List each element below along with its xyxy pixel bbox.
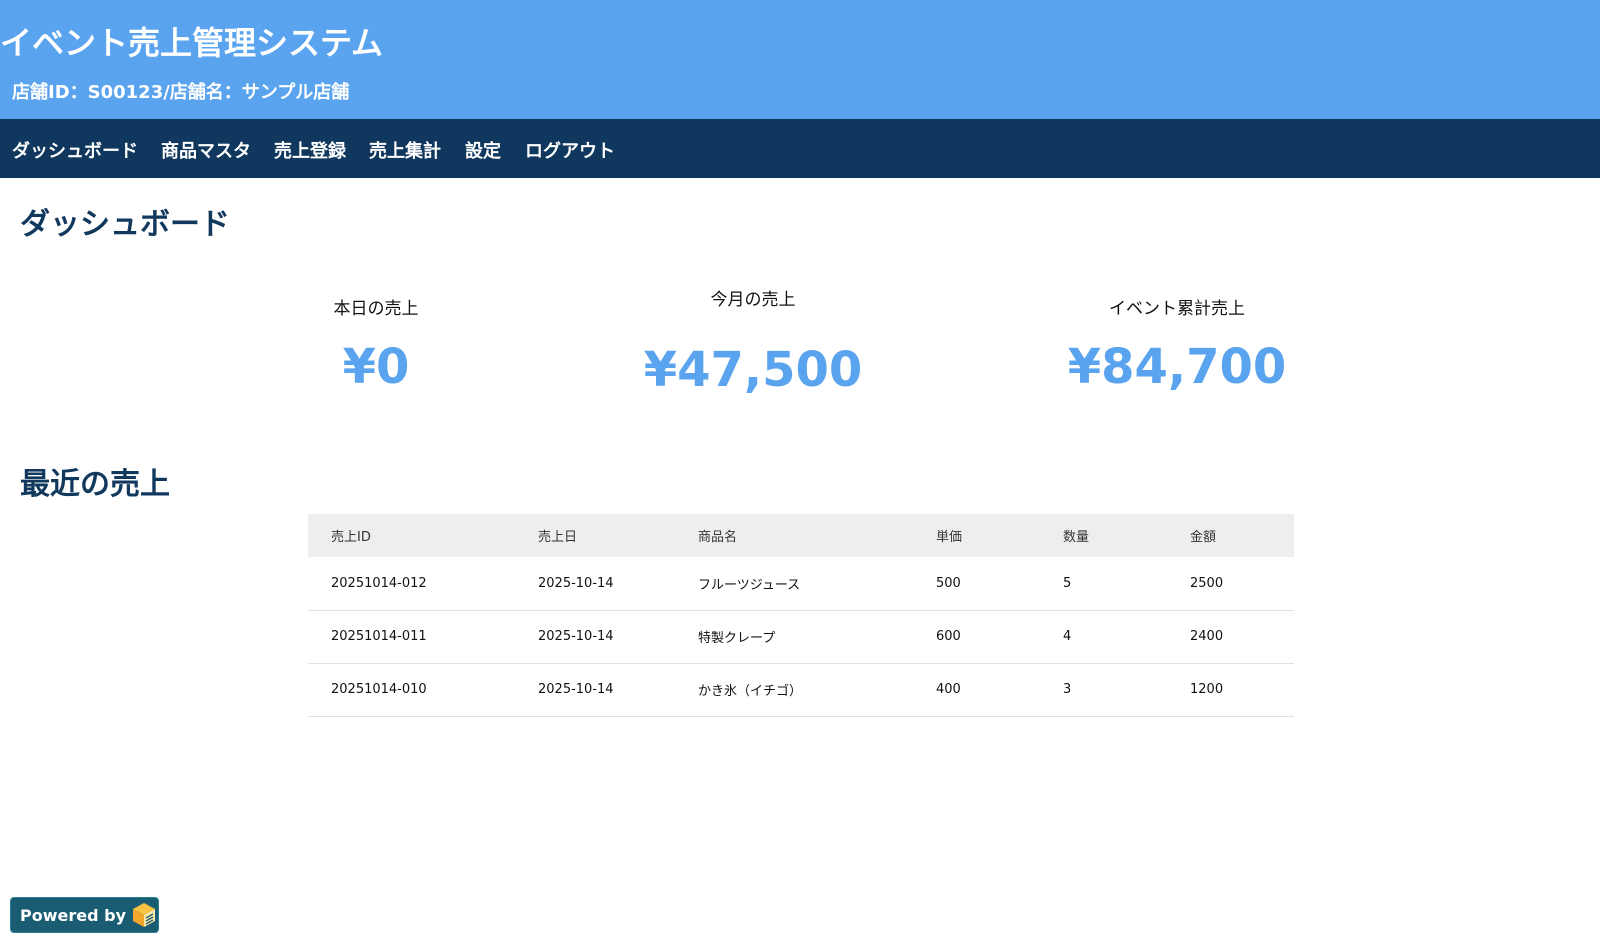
column-header-sale-id: 売上ID bbox=[331, 530, 371, 545]
kpi-label: 今月の売上 bbox=[710, 290, 796, 310]
nav-product-master[interactable]: 商品マスタ bbox=[161, 137, 251, 163]
table-row: 20251014-010 2025-10-14 かき氷（イチゴ） 400 3 1… bbox=[308, 663, 1294, 716]
column-header-amount: 金額 bbox=[1190, 530, 1217, 545]
nav-logout[interactable]: ログアウト bbox=[525, 137, 615, 163]
page-title: ダッシュボード bbox=[20, 207, 230, 242]
kpi-value: ¥47,500 bbox=[643, 342, 863, 398]
cell-product-name: かき氷（イチゴ） bbox=[698, 684, 803, 699]
store-info: 店舗ID：S00123/店舗名：サンプル店舗 bbox=[12, 82, 350, 103]
cell-unit-price: 600 bbox=[936, 629, 961, 644]
recent-sales-title: 最近の売上 bbox=[20, 467, 170, 502]
cell-amount: 2500 bbox=[1190, 575, 1224, 591]
cell-sale-date: 2025-10-14 bbox=[538, 629, 614, 644]
cell-quantity: 5 bbox=[1063, 575, 1072, 591]
kpi-today-sales: 本日の売上 ¥0 bbox=[226, 294, 526, 395]
cell-unit-price: 400 bbox=[936, 682, 961, 697]
kpi-value: ¥84,700 bbox=[1067, 339, 1287, 395]
kpi-value: ¥0 bbox=[342, 339, 410, 395]
cell-sale-id: 20251014-012 bbox=[331, 575, 427, 591]
column-header-quantity: 数量 bbox=[1063, 530, 1090, 545]
kpi-label: イベント累計売上 bbox=[1109, 299, 1245, 319]
cell-sale-date: 2025-10-14 bbox=[538, 575, 614, 591]
powered-by-badge[interactable]: Powered by bbox=[10, 897, 159, 933]
cell-amount: 2400 bbox=[1190, 629, 1224, 644]
cell-product-name: フルーツジュース bbox=[698, 577, 801, 593]
nav-settings[interactable]: 設定 bbox=[465, 137, 501, 163]
nav-dashboard[interactable]: ダッシュボード bbox=[12, 137, 138, 163]
column-header-unit-price: 単価 bbox=[936, 530, 963, 545]
table-header-row: 売上ID 売上日 商品名 単価 数量 金額 bbox=[308, 514, 1294, 557]
cell-quantity: 4 bbox=[1063, 629, 1072, 644]
cube-logo-icon bbox=[133, 903, 155, 927]
app-root: イベント売上管理システム 店舗ID：S00123/店舗名：サンプル店舗 ダッシュ… bbox=[0, 0, 1600, 947]
cell-amount: 1200 bbox=[1190, 682, 1224, 697]
kpi-label: 本日の売上 bbox=[333, 299, 419, 319]
nav-sales-summary[interactable]: 売上集計 bbox=[369, 137, 441, 163]
powered-by-text: Powered by bbox=[20, 905, 126, 925]
recent-sales-table: 売上ID 売上日 商品名 単価 数量 金額 20251014-012 2025-… bbox=[308, 514, 1294, 717]
cell-sale-id: 20251014-011 bbox=[331, 629, 427, 644]
cell-sale-id: 20251014-010 bbox=[331, 682, 427, 697]
nav-bar: ダッシュボード 商品マスタ 売上登録 売上集計 設定 ログアウト bbox=[0, 119, 1600, 178]
table-header: 売上ID 売上日 商品名 単価 数量 金額 bbox=[308, 514, 1294, 557]
column-header-product-name: 商品名 bbox=[698, 530, 738, 545]
cell-product-name: 特製クレープ bbox=[698, 631, 776, 646]
kpi-event-total-sales: イベント累計売上 ¥84,700 bbox=[1027, 294, 1327, 395]
table-body: 20251014-012 2025-10-14 フルーツジュース 500 5 2… bbox=[308, 557, 1294, 716]
nav-sales-entry[interactable]: 売上登録 bbox=[274, 137, 346, 163]
cell-quantity: 3 bbox=[1063, 682, 1072, 697]
cell-unit-price: 500 bbox=[936, 575, 961, 591]
cell-sale-date: 2025-10-14 bbox=[538, 682, 614, 697]
app-title: イベント売上管理システム bbox=[0, 24, 384, 62]
app-header: イベント売上管理システム 店舗ID：S00123/店舗名：サンプル店舗 bbox=[0, 0, 1600, 119]
column-header-sale-date: 売上日 bbox=[538, 530, 578, 545]
kpi-month-sales: 今月の売上 ¥47,500 bbox=[603, 285, 903, 398]
table-row: 20251014-011 2025-10-14 特製クレープ 600 4 240… bbox=[308, 610, 1294, 663]
table-row: 20251014-012 2025-10-14 フルーツジュース 500 5 2… bbox=[308, 557, 1294, 610]
